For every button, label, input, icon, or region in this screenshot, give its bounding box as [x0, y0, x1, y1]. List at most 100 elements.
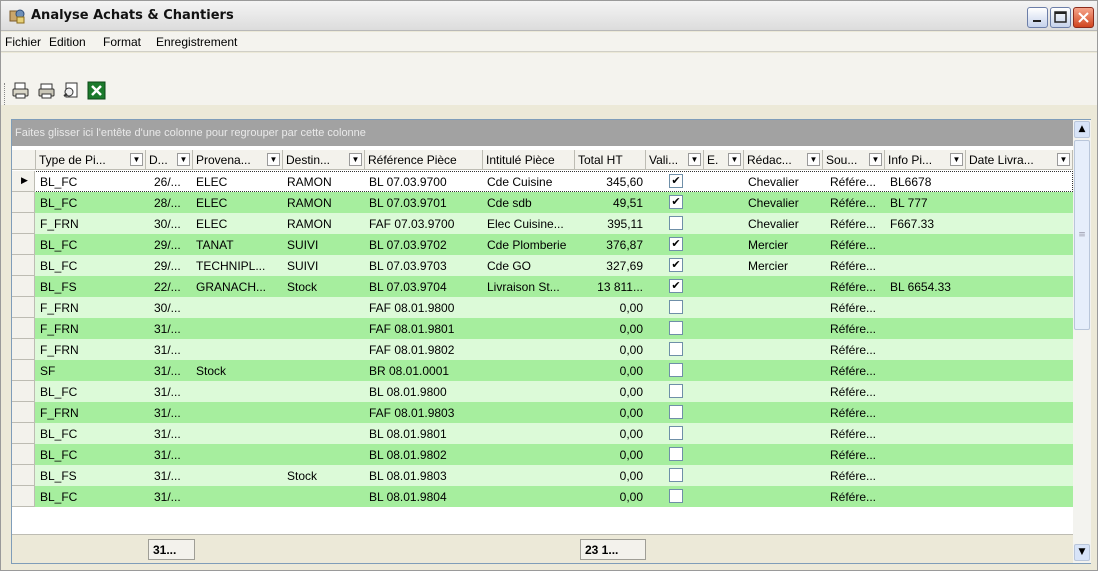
validation-checkbox[interactable]: ✔ — [669, 237, 683, 251]
row-selector[interactable] — [12, 486, 35, 507]
row-selector[interactable] — [12, 192, 35, 213]
validation-checkbox[interactable] — [669, 216, 683, 230]
col-header-source[interactable]: Sou... ▼ — [823, 150, 885, 170]
table-row[interactable]: BL_FS 22/... GRANACH... Stock BL 07.03.9704 L… — [12, 276, 1073, 297]
excel-export-button[interactable] — [87, 81, 107, 101]
scroll-thumb[interactable]: ≡ — [1074, 140, 1090, 330]
col-header-info-piece[interactable]: Info Pi... ▼ — [885, 150, 966, 170]
validation-checkbox[interactable] — [669, 384, 683, 398]
validation-checkbox[interactable] — [669, 321, 683, 335]
row-selector[interactable]: ▶ — [12, 171, 35, 192]
table-row[interactable]: F_FRN 31/... FAF 08.01.9803 0,00 Référe... — [12, 402, 1073, 423]
maximize-button[interactable] — [1050, 7, 1071, 28]
cell-type-piece: BL_FC — [40, 385, 78, 399]
scroll-up-button[interactable]: ▲ — [1074, 121, 1090, 138]
data-grid[interactable]: Faites glisser ici l'entête d'une colonn… — [11, 119, 1091, 564]
chevron-down-icon[interactable]: ▼ — [688, 153, 701, 166]
row-selector[interactable] — [12, 381, 35, 402]
cell-reference-piece: BL 07.03.9703 — [369, 259, 447, 273]
validation-checkbox[interactable] — [669, 363, 683, 377]
menu-enregistrement[interactable]: Enregistrement — [156, 35, 237, 49]
validation-checkbox[interactable] — [669, 342, 683, 356]
col-header-validation[interactable]: Vali... ▼ — [646, 150, 704, 170]
row-selector[interactable] — [12, 276, 35, 297]
cell-reference-piece: BL 08.01.9804 — [369, 490, 447, 504]
row-selector[interactable] — [12, 213, 35, 234]
preview-button[interactable] — [61, 81, 81, 101]
table-row[interactable]: BL_FS 31/... Stock BL 08.01.9803 0,00 Référe.… — [12, 465, 1073, 486]
close-button[interactable] — [1073, 7, 1094, 28]
col-header-total-ht[interactable]: Total HT — [575, 150, 646, 170]
validation-checkbox[interactable]: ✔ — [669, 279, 683, 293]
chevron-down-icon[interactable]: ▼ — [728, 153, 741, 166]
title-bar[interactable]: Analyse Achats & Chantiers — [1, 1, 1097, 31]
validation-checkbox[interactable]: ✔ — [669, 174, 683, 188]
validation-checkbox[interactable]: ✔ — [669, 195, 683, 209]
col-header-provenance[interactable]: Provena... ▼ — [193, 150, 283, 170]
row-selector[interactable] — [12, 255, 35, 276]
row-selector[interactable] — [12, 402, 35, 423]
validation-checkbox[interactable] — [669, 468, 683, 482]
group-by-panel[interactable]: Faites glisser ici l'entête d'une colonn… — [12, 120, 1073, 146]
col-header-reference-piece[interactable]: Référence Pièce — [365, 150, 483, 170]
print-button[interactable] — [37, 81, 57, 101]
table-row[interactable]: BL_FC 31/... BL 08.01.9804 0,00 Référe... — [12, 486, 1073, 507]
table-row[interactable]: BL_FC 31/... BL 08.01.9802 0,00 Référe... — [12, 444, 1073, 465]
col-header-intitule-piece[interactable]: Intitulé Pièce — [483, 150, 575, 170]
col-header-date[interactable]: D... ▼ — [146, 150, 193, 170]
chevron-down-icon[interactable]: ▼ — [807, 153, 820, 166]
row-selector[interactable] — [12, 465, 35, 486]
row-selector[interactable] — [12, 423, 35, 444]
validation-checkbox[interactable] — [669, 426, 683, 440]
row-selector[interactable] — [12, 234, 35, 255]
col-header-destination[interactable]: Destin... ▼ — [283, 150, 365, 170]
table-row[interactable]: ▶ BL_FC 26/... ELEC RAMON BL 07.03.9700 Cde Cu… — [12, 171, 1073, 192]
chevron-down-icon[interactable]: ▼ — [1057, 153, 1070, 166]
cell-total-ht: 0,00 — [619, 406, 643, 420]
row-selector[interactable] — [12, 360, 35, 381]
table-row[interactable]: F_FRN 30/... FAF 08.01.9800 0,00 Référe... — [12, 297, 1073, 318]
chevron-down-icon[interactable]: ▼ — [869, 153, 882, 166]
row-selector[interactable] — [12, 318, 35, 339]
validation-checkbox[interactable] — [669, 489, 683, 503]
chevron-down-icon[interactable]: ▼ — [177, 153, 190, 166]
menu-format[interactable]: Format — [103, 35, 141, 49]
table-row[interactable]: BL_FC 29/... TANAT SUIVI BL 07.03.9702 Cde Pl… — [12, 234, 1073, 255]
table-row[interactable]: F_FRN 31/... FAF 08.01.9802 0,00 Référe... — [12, 339, 1073, 360]
minimize-button[interactable] — [1027, 7, 1048, 28]
footer-date-summary: 31... — [148, 539, 195, 560]
validation-checkbox[interactable]: ✔ — [669, 258, 683, 272]
vertical-scrollbar[interactable]: ▲ ≡ ▼ — [1073, 120, 1091, 563]
col-header-e[interactable]: E. ▼ — [704, 150, 744, 170]
chevron-down-icon[interactable]: ▼ — [349, 153, 362, 166]
table-row[interactable]: BL_FC 31/... BL 08.01.9801 0,00 Référe... — [12, 423, 1073, 444]
table-row[interactable]: BL_FC 29/... TECHNIPL... SUIVI BL 07.03.9703… — [12, 255, 1073, 276]
chevron-down-icon[interactable]: ▼ — [950, 153, 963, 166]
row-selector[interactable] — [12, 297, 35, 318]
checkmark-icon: ✔ — [671, 238, 681, 250]
current-row-arrow-icon: ▶ — [21, 175, 28, 185]
table-row[interactable]: F_FRN 30/... ELEC RAMON FAF 07.03.9700 Elec C… — [12, 213, 1073, 234]
col-header-type-piece[interactable]: Type de Pi... ▼ — [36, 150, 146, 170]
row-selector[interactable] — [12, 339, 35, 360]
table-row[interactable]: BL_FC 31/... BL 08.01.9800 0,00 Référe... — [12, 381, 1073, 402]
table-row[interactable]: F_FRN 31/... FAF 08.01.9801 0,00 Référe... — [12, 318, 1073, 339]
chevron-down-icon[interactable]: ▼ — [130, 153, 143, 166]
col-header-redacteur[interactable]: Rédac... ▼ — [744, 150, 823, 170]
validation-checkbox[interactable] — [669, 405, 683, 419]
validation-checkbox[interactable] — [669, 447, 683, 461]
menu-fichier[interactable]: Fichier — [5, 35, 41, 49]
row-selector[interactable] — [12, 444, 35, 465]
table-row[interactable]: BL_FC 28/... ELEC RAMON BL 07.03.9701 Cde sdb… — [12, 192, 1073, 213]
cell-date: 28/... — [154, 196, 181, 210]
scroll-down-button[interactable]: ▼ — [1074, 544, 1090, 561]
cell-type-piece: BL_FC — [40, 238, 78, 252]
cell-total-ht: 0,00 — [619, 385, 643, 399]
col-header-date-livraison[interactable]: Date Livra... ▼ — [966, 150, 1073, 170]
validation-checkbox[interactable] — [669, 300, 683, 314]
menu-edition[interactable]: Edition — [49, 35, 86, 49]
open-print-button[interactable] — [11, 81, 31, 101]
chevron-down-icon[interactable]: ▼ — [267, 153, 280, 166]
toolbar-grip[interactable] — [4, 83, 7, 105]
table-row[interactable]: SF 31/... Stock BR 08.01.0001 0,00 Référe... — [12, 360, 1073, 381]
